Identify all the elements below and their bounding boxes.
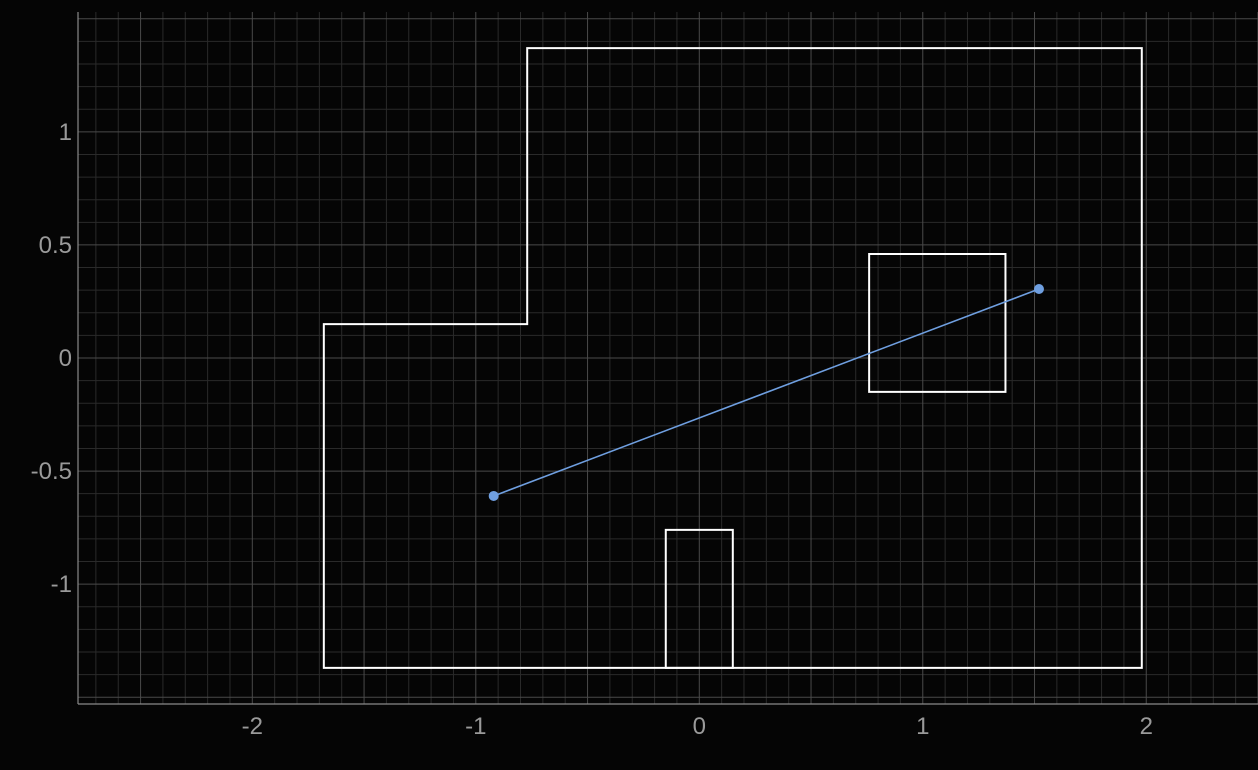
series-point	[488, 490, 499, 501]
y-tick-label: 0	[59, 345, 72, 372]
x-tick-label: -2	[242, 713, 263, 740]
series-point	[1033, 284, 1044, 295]
x-tick-label: 0	[693, 713, 706, 740]
x-tick-label: -1	[465, 713, 486, 740]
x-tick-label: 2	[1140, 713, 1153, 740]
y-tick-label: -1	[51, 571, 72, 598]
y-tick-label: 1	[59, 119, 72, 146]
x-tick-label: 1	[916, 713, 929, 740]
y-tick-label: 0.5	[39, 232, 72, 259]
plot-background	[0, 0, 1258, 770]
y-tick-label: -0.5	[31, 458, 72, 485]
plot-area: -2 -1 0 1 2 1 0.5 0 -0.5 -1	[0, 0, 1258, 770]
